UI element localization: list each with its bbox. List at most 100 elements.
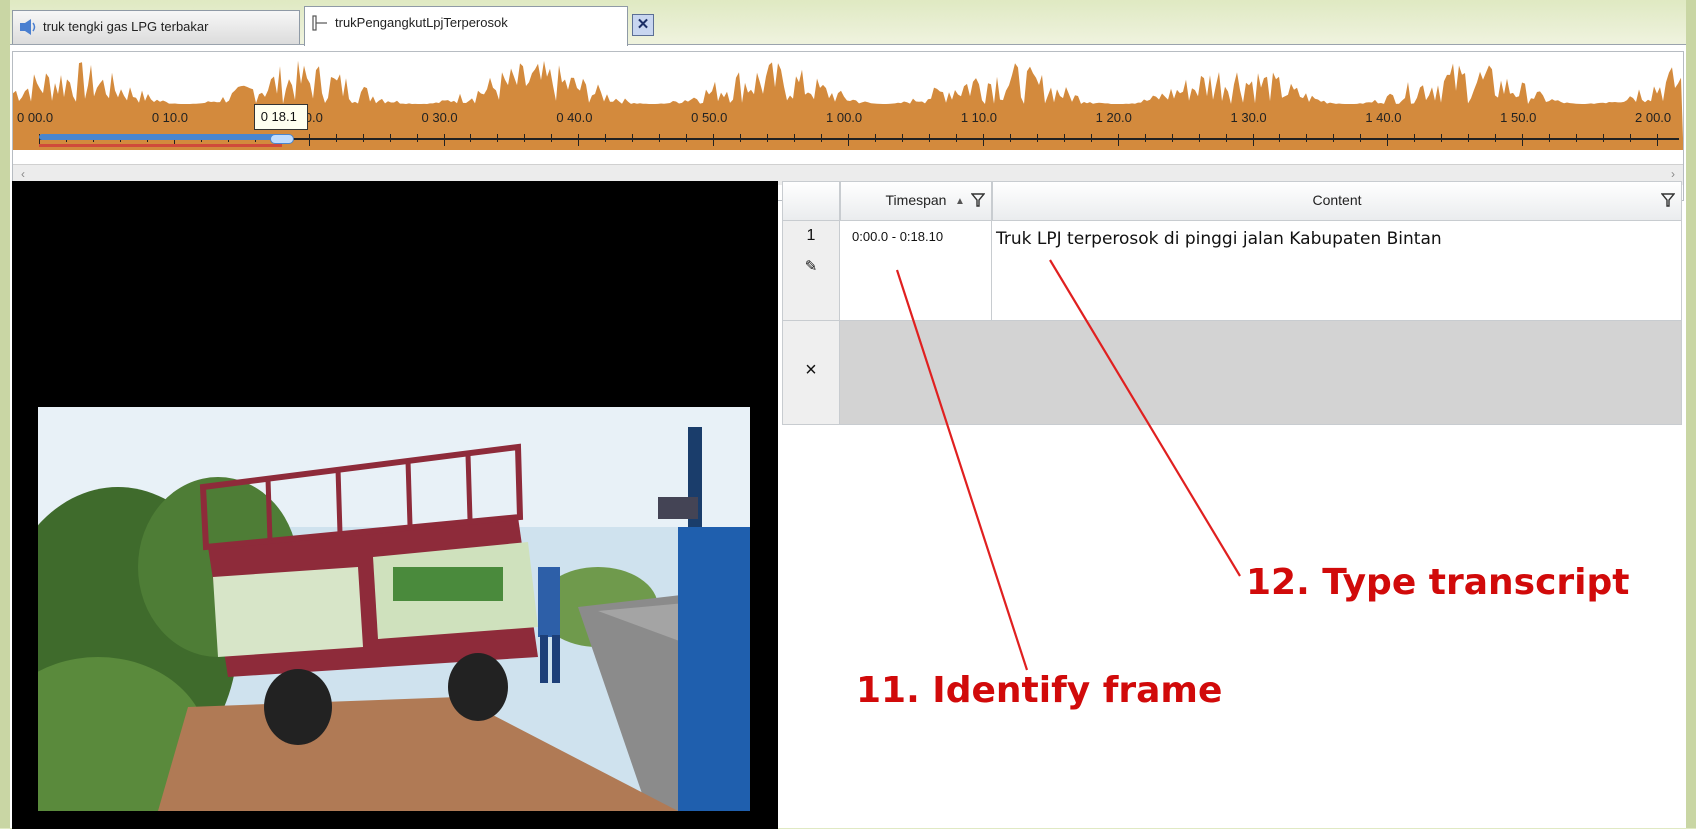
timeline-tickmark: [1279, 134, 1281, 142]
timeline-tickmark: [1009, 134, 1011, 142]
timeline-tickmark: [1198, 134, 1200, 142]
annotation-identify-frame: 11. Identify frame: [856, 670, 1223, 711]
timeline-tickmark: [1657, 134, 1658, 146]
timeline-tickmark: [1063, 134, 1065, 142]
cell-content[interactable]: Truk LPJ terperosok di pinggi jalan Kabu…: [992, 221, 1682, 321]
timeline-tickmark: [955, 134, 957, 142]
timeline-tick-label: 0 50.0: [691, 110, 728, 125]
video-player[interactable]: [12, 181, 778, 829]
scroll-left-icon[interactable]: ‹: [21, 167, 25, 181]
new-row-marker: ×: [805, 359, 817, 381]
timeline-tickmark: [308, 134, 310, 146]
timeline-tickmark: [1090, 134, 1092, 142]
timeline-tickmark: [901, 134, 903, 142]
timeline-tick-label: 1 00.0: [826, 110, 863, 125]
timeline-tickmark: [794, 134, 796, 142]
timeline-tick-label: 0 30.0: [421, 110, 458, 125]
tab-label: trukPengangkutLpjTerperosok: [335, 15, 508, 30]
timeline-tickmark: [470, 134, 472, 142]
timeline-tickmark: [362, 134, 364, 142]
timeline-tickmark: [1468, 134, 1470, 142]
timeline-tick-label: 1 20.0: [1095, 110, 1132, 125]
timeline-tickmark: [1549, 134, 1551, 142]
cell-timespan[interactable]: 0:00.0 - 0:18.10: [840, 221, 992, 321]
close-icon: ✕: [636, 16, 650, 33]
timeline-tickmark: [578, 134, 580, 146]
timeline-tickmark: [1603, 134, 1605, 142]
edit-pencil-icon: ✎: [804, 258, 818, 275]
playback-progress-bar: [39, 134, 282, 140]
timeline-tick-label: 2 00.0: [1635, 110, 1672, 125]
timeline-tickmark: [740, 134, 742, 142]
timeline-tickmark: [1630, 134, 1632, 142]
filter-icon[interactable]: [971, 192, 985, 208]
column-header-timespan[interactable]: Timespan ▲: [840, 181, 992, 221]
timeline-tickmark: [1441, 134, 1443, 142]
filter-icon[interactable]: [1661, 192, 1675, 208]
timeline-tickmark: [335, 134, 337, 142]
row-index: 1: [806, 227, 816, 244]
speaker-icon: [20, 19, 36, 35]
timeline-tickmark: [848, 134, 849, 146]
timeline-tickmark: [524, 134, 526, 142]
new-row-header[interactable]: ×: [782, 321, 840, 425]
timeline-tickmark: [1576, 134, 1578, 142]
tab-strip: truk tengki gas LPG terbakar trukPengang…: [12, 6, 1684, 46]
row-header[interactable]: 1 ✎: [782, 221, 840, 321]
timeline-tick-label: 1 10.0: [960, 110, 997, 125]
timeline-tickmark: [551, 134, 553, 142]
media-icon: [312, 15, 327, 31]
annotation-type-transcript: 12. Type transcript: [1246, 562, 1630, 603]
timeline-tick-label: 1 50.0: [1500, 110, 1537, 125]
sort-ascending-icon[interactable]: ▲: [955, 196, 965, 207]
timeline-tickmark: [1036, 134, 1038, 142]
timeline-tickmark: [1414, 134, 1416, 142]
timeline-tick-label: 0 40.0: [556, 110, 593, 125]
timeline-tickmark: [1495, 134, 1497, 142]
editor-window: 0 00.00 10.00 20.00 30.00 40.00 50.01 00…: [10, 44, 1686, 829]
timeline-tickmark: [767, 134, 769, 142]
tab-label: truk tengki gas LPG terbakar: [43, 19, 209, 34]
timeline[interactable]: 0 00.00 10.00 20.00 30.00 40.00 50.01 00…: [12, 51, 1684, 201]
playhead-handle[interactable]: [269, 134, 294, 144]
column-header-label: Content: [1312, 192, 1362, 208]
playhead-time-tooltip: 0 18.1: [253, 104, 308, 130]
timeline-tickmark: [686, 134, 688, 142]
timeline-tickmark: [1522, 134, 1524, 146]
timeline-tickmark: [1387, 134, 1389, 146]
timeline-tickmark: [874, 134, 876, 142]
timeline-tick-label: 0 10.0: [151, 110, 188, 125]
timeline-tickmark: [389, 134, 391, 142]
tab-truk-pengangkut[interactable]: trukPengangkutLpjTerperosok: [304, 6, 628, 46]
timeline-tickmark: [659, 134, 661, 142]
video-frame: [38, 407, 750, 811]
timeline-tickmark: [1144, 134, 1146, 142]
timeline-tick-label: 1 40.0: [1365, 110, 1402, 125]
selection-range-bar: [39, 144, 282, 147]
scroll-right-icon[interactable]: ›: [1671, 167, 1675, 181]
timeline-tickmark: [1360, 134, 1362, 142]
timeline-tickmark: [821, 134, 823, 142]
column-header-content[interactable]: Content: [992, 181, 1682, 221]
timeline-tickmark: [982, 134, 984, 146]
grid-corner-header: [782, 181, 840, 221]
column-header-label: Timespan: [885, 192, 947, 208]
timeline-tickmark: [1225, 134, 1227, 142]
timeline-tickmark: [1117, 134, 1119, 146]
transcript-text: Truk LPJ terperosok di pinggi jalan Kabu…: [996, 229, 1442, 249]
timeline-tickmark: [416, 134, 418, 142]
timeline-tick-label: 1 30.0: [1230, 110, 1267, 125]
timeline-tickmark: [1252, 134, 1254, 146]
transcript-grid: Timespan ▲ Content 1 ✎ 0:00.0 - 0:18.10 …: [782, 181, 1682, 441]
close-tab-button[interactable]: ✕: [632, 14, 654, 36]
timeline-tickmark: [928, 134, 930, 142]
new-row[interactable]: [840, 321, 1682, 425]
timeline-tickmark: [605, 134, 607, 142]
tab-truk-tengki[interactable]: truk tengki gas LPG terbakar: [12, 10, 300, 44]
timeline-tickmark: [1306, 134, 1308, 142]
timespan-value: 0:00.0 - 0:18.10: [852, 229, 944, 244]
timeline-tickmark: [632, 134, 634, 142]
timeline-tick-label: 0 00.0: [17, 110, 54, 125]
timeline-tickmark: [443, 134, 445, 146]
timeline-tickmark: [497, 134, 499, 142]
